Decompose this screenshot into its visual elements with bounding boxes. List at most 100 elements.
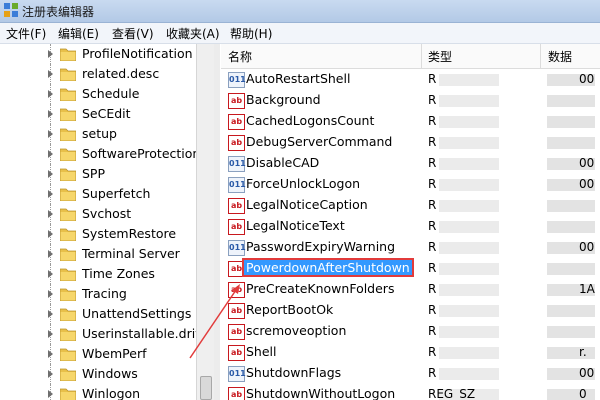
expand-arrow-icon[interactable] [48, 250, 53, 258]
binary-value-icon: 011 [228, 240, 246, 256]
tree-item[interactable]: SPP [0, 164, 196, 184]
folder-icon [60, 48, 76, 61]
folder-icon [60, 88, 76, 101]
tree-item[interactable]: related.desc [0, 64, 196, 84]
expand-arrow-icon[interactable] [48, 310, 53, 318]
string-value-icon: ab [228, 261, 245, 277]
value-row[interactable]: ab DebugServerCommand R [221, 132, 600, 153]
tree-item-label: SPP [82, 166, 106, 181]
value-name[interactable]: PowerdownAfterShutdown [242, 258, 414, 277]
tree-item[interactable]: SystemRestore [0, 224, 196, 244]
column-header-bar: 名称 类型 数据 [221, 44, 600, 69]
value-data: 0 [579, 387, 587, 400]
value-row[interactable]: 011 PasswordExpiryWarning R 00 [221, 237, 600, 258]
value-type: R [428, 114, 437, 128]
tree-item-label: Terminal Server [82, 246, 180, 261]
binary-value-icon: 011 [228, 72, 246, 88]
tree-item-label: Userinstallable.drive [82, 326, 211, 341]
expand-arrow-icon[interactable] [48, 370, 53, 378]
value-row[interactable]: ab PreCreateKnownFolders R 1A [221, 279, 600, 300]
value-name: PasswordExpiryWarning [246, 239, 396, 254]
tree-scrollbar[interactable] [196, 44, 214, 400]
tree-item-label: Svchost [82, 206, 132, 221]
value-row[interactable]: ab scremoveoption R [221, 321, 600, 342]
expand-arrow-icon[interactable] [48, 50, 53, 58]
tree-item[interactable]: WbemPerf [0, 344, 196, 364]
tree-item[interactable]: Userinstallable.drive [0, 324, 210, 344]
tree-item[interactable]: Windows [0, 364, 196, 384]
menu-help[interactable]: 帮助(H) [230, 25, 272, 42]
tree-item[interactable]: SoftwareProtectionP [0, 144, 208, 164]
expand-arrow-icon[interactable] [48, 110, 53, 118]
expand-arrow-icon[interactable] [48, 230, 53, 238]
value-row[interactable]: 011 DisableCAD R 00 [221, 153, 600, 174]
expand-arrow-icon[interactable] [48, 290, 53, 298]
value-row[interactable]: 011 ShutdownFlags R 00 [221, 363, 600, 384]
blurred-data [547, 305, 595, 317]
value-name: ShutdownFlags [246, 365, 342, 380]
folder-icon [60, 228, 76, 241]
tree-item-label: Tracing [82, 286, 127, 301]
binary-value-icon: 011 [228, 156, 246, 172]
window-title: 注册表编辑器 [22, 5, 95, 19]
tree-item[interactable]: Schedule [0, 84, 196, 104]
value-name: ReportBootOk [246, 302, 334, 317]
tree-item[interactable]: ProfileNotification [0, 44, 196, 64]
expand-arrow-icon[interactable] [48, 90, 53, 98]
blurred-type [439, 368, 499, 380]
menu-view[interactable]: 查看(V) [112, 25, 154, 42]
expand-arrow-icon[interactable] [48, 390, 53, 398]
value-row[interactable]: ab PowerdownAfterShutdown R [221, 258, 600, 279]
menu-favorites[interactable]: 收藏夹(A) [166, 25, 220, 42]
pane-splitter[interactable] [214, 44, 220, 400]
expand-arrow-icon[interactable] [48, 70, 53, 78]
value-row[interactable]: ab ReportBootOk R [221, 300, 600, 321]
column-header-type[interactable]: 类型 [428, 48, 452, 65]
value-row[interactable]: 011 AutoRestartShell R 00 [221, 69, 600, 90]
tree-scrollbar-thumb[interactable] [200, 376, 212, 400]
value-row[interactable]: ab LegalNoticeText R [221, 216, 600, 237]
expand-arrow-icon[interactable] [48, 350, 53, 358]
tree-item[interactable]: Terminal Server [0, 244, 196, 264]
column-header-name[interactable]: 名称 [228, 48, 252, 65]
tree-item-label: SeCEdit [82, 106, 131, 121]
folder-icon [60, 208, 76, 221]
value-data: 00 [579, 177, 595, 191]
menu-file[interactable]: 文件(F) [6, 25, 46, 42]
expand-arrow-icon[interactable] [48, 270, 53, 278]
value-row[interactable]: 011 ForceUnlockLogon R 00 [221, 174, 600, 195]
blurred-type [439, 263, 499, 275]
expand-arrow-icon[interactable] [48, 130, 53, 138]
tree-item-label: UnattendSettings [82, 306, 192, 321]
string-value-icon: ab [228, 93, 245, 109]
binary-value-icon: 011 [228, 366, 246, 382]
expand-arrow-icon[interactable] [48, 150, 53, 158]
tree-item[interactable]: UnattendSettings [0, 304, 196, 324]
folder-icon [60, 368, 76, 381]
tree-item-label: related.desc [82, 66, 160, 81]
expand-arrow-icon[interactable] [48, 210, 53, 218]
tree-item[interactable]: Svchost [0, 204, 196, 224]
tree-item[interactable]: SeCEdit [0, 104, 196, 124]
expand-arrow-icon[interactable] [48, 330, 53, 338]
value-type: R [428, 156, 437, 170]
value-type: R [428, 93, 437, 107]
value-row[interactable]: ab CachedLogonsCount R [221, 111, 600, 132]
blurred-data [547, 326, 595, 338]
menu-edit[interactable]: 编辑(E) [58, 25, 99, 42]
tree-item[interactable]: Winlogon [0, 384, 196, 400]
column-header-data[interactable]: 数据 [548, 48, 572, 65]
tree-item[interactable]: setup [0, 124, 196, 144]
tree-item[interactable]: Superfetch [0, 184, 196, 204]
tree-item[interactable]: Tracing [0, 284, 196, 304]
folder-icon [60, 348, 76, 361]
expand-arrow-icon[interactable] [48, 170, 53, 178]
value-row[interactable]: ab LegalNoticeCaption R [221, 195, 600, 216]
value-row[interactable]: ab Shell Rr. [221, 342, 600, 363]
blurred-type [439, 158, 499, 170]
value-row[interactable]: ab ShutdownWithoutLogon REG_SZ 0 [221, 384, 600, 400]
value-row[interactable]: ab Background R [221, 90, 600, 111]
value-name: ShutdownWithoutLogon [246, 386, 396, 400]
expand-arrow-icon[interactable] [48, 190, 53, 198]
tree-item[interactable]: Time Zones [0, 264, 196, 284]
